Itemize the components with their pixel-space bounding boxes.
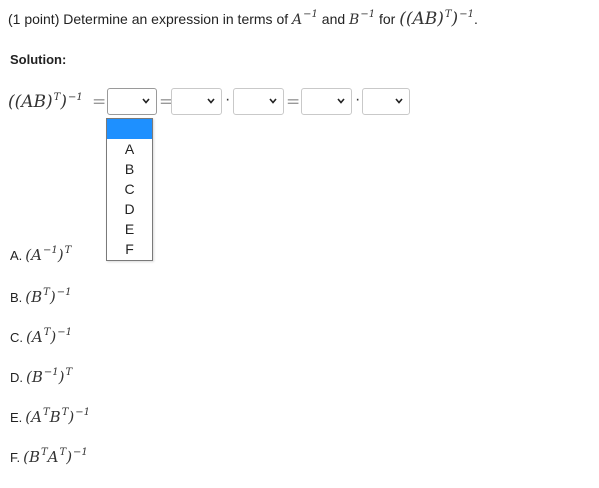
chevron-down-icon: [337, 98, 345, 105]
points-label: (1 point): [8, 11, 60, 27]
b-inverse: B−1: [349, 9, 376, 28]
dropdown-option-d[interactable]: D: [107, 199, 152, 219]
chevron-down-icon: [207, 98, 215, 105]
equation-lhs: ((AB)T)−1: [8, 92, 83, 112]
multiplication-dot: ·: [355, 91, 361, 108]
choice-d: D. (B−1)T: [10, 367, 73, 386]
for-text: for: [378, 11, 396, 27]
dropdown-option-blank[interactable]: [107, 119, 152, 139]
choice-f: F. (BTAT)−1: [10, 447, 88, 466]
a-inverse: A−1: [292, 9, 318, 28]
target-expression: ((AB)T)−1: [399, 9, 474, 29]
choice-a: A. (A−1)T: [10, 245, 72, 264]
choice-b: B. (BT)−1: [10, 287, 72, 306]
choice-e: E. (ATBT)−1: [10, 407, 90, 426]
select-4[interactable]: [301, 88, 352, 115]
and-text: and: [321, 11, 346, 27]
dropdown-option-e[interactable]: E: [107, 219, 152, 239]
multiplication-dot: ·: [225, 91, 231, 108]
solution-label: Solution:: [10, 52, 67, 67]
chevron-down-icon: [142, 98, 150, 105]
select-5[interactable]: [362, 88, 410, 115]
choice-c: C. (AT)−1: [10, 327, 72, 346]
chevron-down-icon: [395, 98, 403, 105]
problem-text: Determine an expression in terms of: [63, 11, 289, 27]
select-1[interactable]: [107, 88, 157, 115]
select-3[interactable]: [233, 88, 284, 115]
dropdown-option-c[interactable]: C: [107, 179, 152, 199]
dropdown-option-f[interactable]: F: [107, 239, 152, 259]
equals-sign: =: [92, 92, 107, 112]
chevron-down-icon: [269, 98, 277, 105]
equals-sign: =: [286, 92, 301, 112]
problem-statement: (1 point) Determine an expression in ter…: [8, 9, 478, 29]
select-1-dropdown-list[interactable]: A B C D E F: [106, 118, 153, 261]
select-2[interactable]: [171, 88, 222, 115]
dropdown-option-a[interactable]: A: [107, 139, 152, 159]
dropdown-option-b[interactable]: B: [107, 159, 152, 179]
